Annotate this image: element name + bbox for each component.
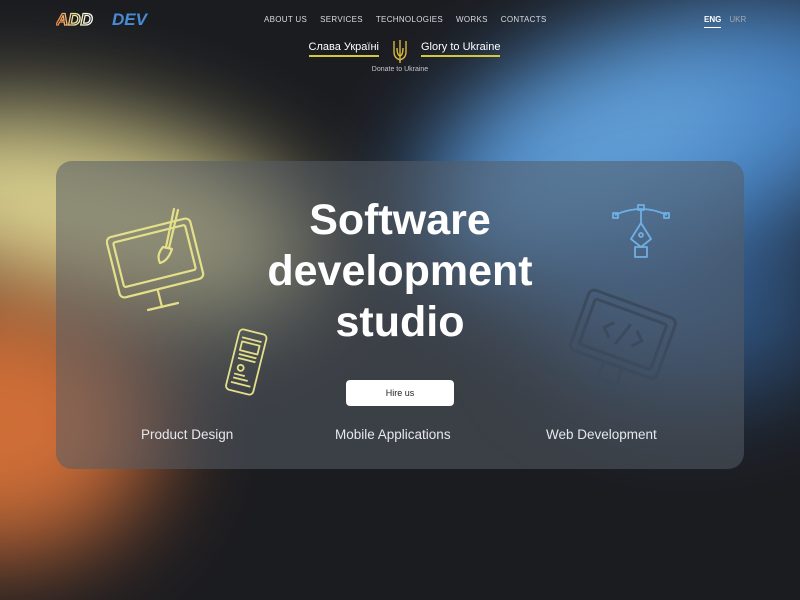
site-header: ADD DEV ABOUT US SERVICES TECHNOLOGIES W… (0, 0, 800, 40)
language-switcher: ENG UKR (704, 15, 746, 28)
glory-to-ukraine-link[interactable]: Glory to Ukraine (421, 41, 501, 57)
lang-ukr[interactable]: UKR (729, 15, 746, 28)
phone-icon (225, 328, 268, 396)
ukraine-banner: Слава Україні Glory to Ukraine Donate to… (0, 38, 800, 78)
lang-eng[interactable]: ENG (704, 15, 722, 28)
service-web-development[interactable]: Web Development (546, 427, 657, 442)
nav-technologies[interactable]: TECHNOLOGIES (376, 15, 443, 24)
service-mobile-applications[interactable]: Mobile Applications (335, 427, 451, 442)
service-product-design[interactable]: Product Design (141, 427, 233, 442)
pen-tool-icon (612, 204, 670, 258)
nav-contacts[interactable]: CONTACTS (501, 15, 547, 24)
hire-us-button[interactable]: Hire us (346, 380, 454, 406)
main-nav: ABOUT US SERVICES TECHNOLOGIES WORKS CON… (264, 15, 547, 24)
hero-title-line-3: studio (335, 298, 465, 346)
logo[interactable]: ADD DEV (56, 11, 160, 27)
donate-link[interactable]: Donate to Ukraine (0, 66, 800, 73)
logo-add-text: ADD (56, 11, 93, 27)
nav-services[interactable]: SERVICES (320, 15, 363, 24)
hero-title-line-1: Software (309, 196, 491, 244)
code-monitor-icon (568, 288, 677, 391)
monitor-brush-icon (106, 207, 205, 312)
hero-title-line-2: development (267, 247, 533, 295)
slava-ukraini-link[interactable]: Слава Україні (308, 41, 379, 57)
hero-card: Software development studio Hire us Prod… (56, 161, 744, 469)
nav-about-us[interactable]: ABOUT US (264, 15, 307, 24)
trident-icon (393, 40, 407, 63)
logo-dev-text: DEV (112, 11, 149, 27)
nav-works[interactable]: WORKS (456, 15, 488, 24)
